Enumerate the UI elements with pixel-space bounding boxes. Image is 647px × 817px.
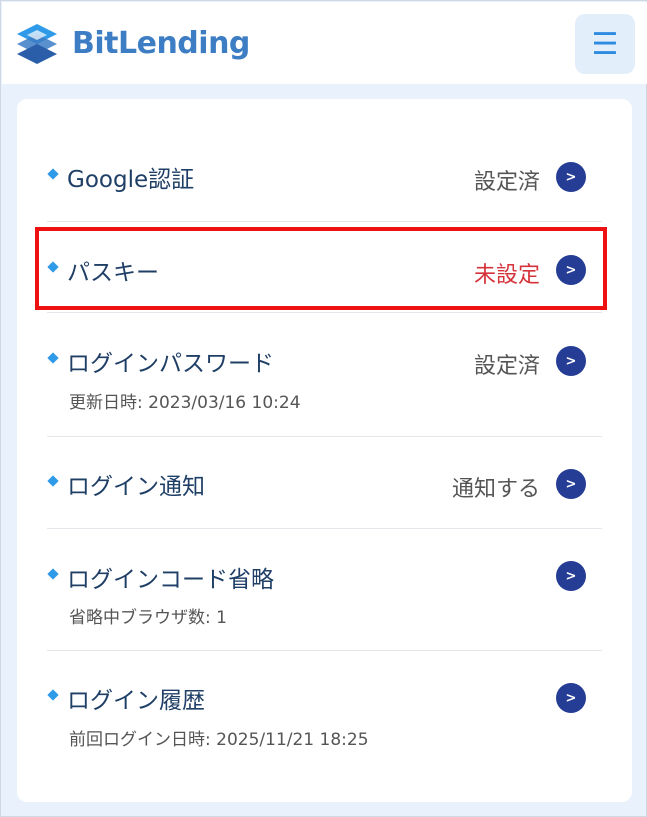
- bullet-diamond-icon: [47, 568, 59, 580]
- row-label: ログインパスワード: [67, 351, 274, 377]
- row-label: Google認証: [67, 167, 195, 193]
- bullet-diamond-icon: [47, 261, 59, 273]
- row-status: 設定済: [473, 170, 540, 195]
- bullet-diamond-icon: [47, 168, 59, 180]
- app-frame: BitLending ☰ Google認証 設定済 > パスキー 未設定 > ロ…: [0, 0, 647, 817]
- top-header: BitLending ☰: [2, 2, 647, 84]
- settings-row-login-history[interactable]: ログイン履歴 前回ログイン日時: 2025/11/21 18:25 >: [47, 651, 602, 771]
- row-subtext: 前回ログイン日時: 2025/11/21 18:25: [69, 730, 369, 750]
- chevron-right-icon[interactable]: >: [556, 683, 586, 713]
- settings-row-login-password[interactable]: ログインパスワード 更新日時: 2023/03/16 10:24 設定済 >: [47, 314, 602, 437]
- settings-row-login-code-skip[interactable]: ログインコード省略 省略中ブラウザ数: 1 >: [47, 529, 602, 651]
- row-subtext: 省略中ブラウザ数: 1: [69, 608, 227, 628]
- row-status: 通知する: [451, 477, 540, 502]
- brand-name[interactable]: BitLending: [72, 26, 250, 61]
- row-label: パスキー: [67, 260, 159, 286]
- security-settings-card: Google認証 設定済 > パスキー 未設定 > ログインパスワード 更新日時…: [17, 99, 632, 802]
- chevron-right-icon[interactable]: >: [556, 469, 586, 499]
- row-label: ログイン通知: [67, 474, 205, 500]
- bullet-diamond-icon: [47, 475, 59, 487]
- bullet-diamond-icon: [47, 689, 59, 701]
- settings-row-login-notification[interactable]: ログイン通知 通知する >: [47, 437, 602, 529]
- bitlending-logo-icon: [17, 24, 57, 64]
- settings-row-google-auth[interactable]: Google認証 設定済 >: [47, 132, 602, 222]
- row-status: 未設定: [473, 263, 540, 288]
- bullet-diamond-icon: [47, 352, 59, 364]
- settings-row-passkey[interactable]: パスキー 未設定 >: [47, 223, 602, 313]
- chevron-right-icon[interactable]: >: [556, 162, 586, 192]
- chevron-right-icon[interactable]: >: [556, 561, 586, 591]
- chevron-right-icon[interactable]: >: [556, 346, 586, 376]
- chevron-right-icon[interactable]: >: [556, 255, 586, 285]
- menu-button[interactable]: ☰: [575, 14, 635, 74]
- row-label: ログインコード省略: [67, 567, 274, 593]
- row-status: 設定済: [473, 354, 540, 379]
- hamburger-menu-icon: ☰: [591, 26, 619, 62]
- row-label: ログイン履歴: [67, 688, 205, 714]
- row-subtext: 更新日時: 2023/03/16 10:24: [69, 393, 301, 413]
